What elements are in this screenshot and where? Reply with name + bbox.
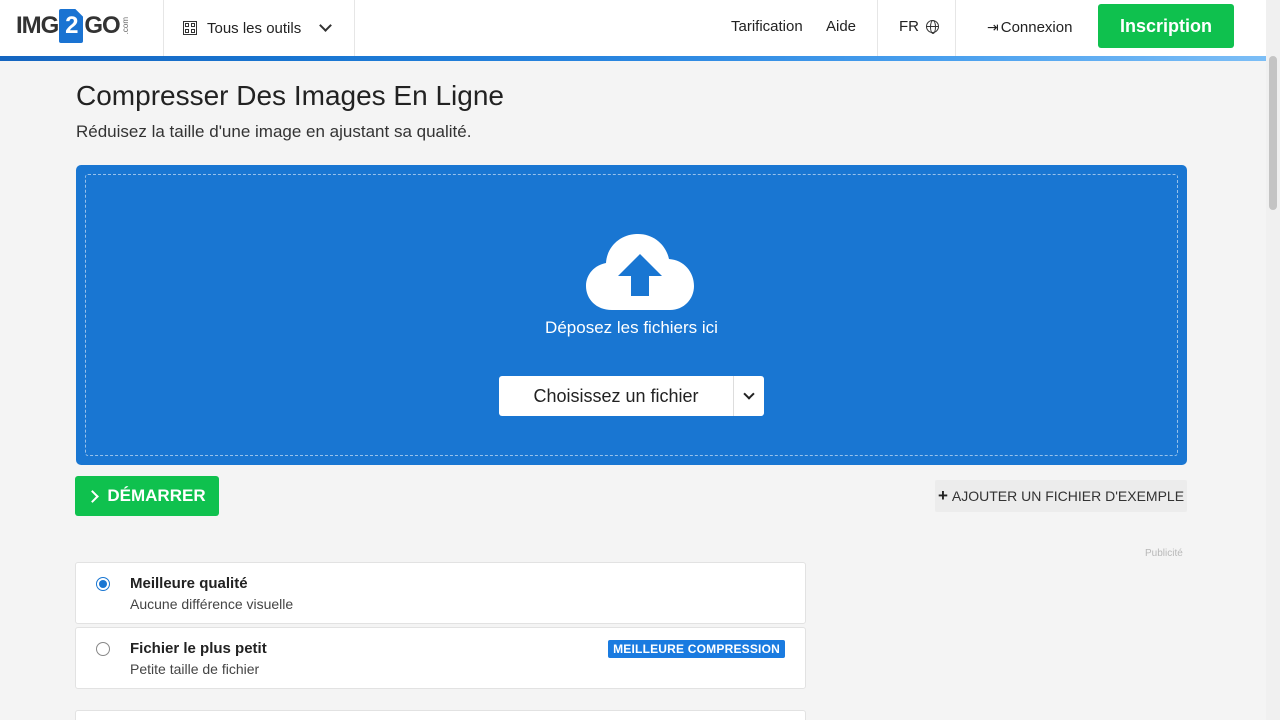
cloud-upload-icon	[586, 234, 694, 310]
choose-file-button-group: Choisissez un fichier	[499, 376, 764, 416]
language-label: FR	[899, 18, 919, 35]
add-sample-label: AJOUTER UN FICHIER D'EXEMPLE	[951, 488, 1185, 504]
top-header: IMG 2 GO .com Tous les outils Tarificati…	[0, 0, 1266, 56]
choose-file-button[interactable]: Choisissez un fichier	[499, 376, 733, 416]
choose-source-dropdown[interactable]	[733, 376, 764, 416]
start-button[interactable]: DÉMARRER	[75, 476, 219, 516]
login-label: Connexion	[1000, 19, 1073, 36]
page-subtitle: Réduisez la taille d'une image en ajusta…	[76, 122, 472, 141]
option-description: Aucune différence visuelle	[130, 596, 294, 612]
all-tools-label: Tous les outils	[207, 19, 302, 37]
file-dropzone[interactable]: Déposez les fichiers ici Choisissez un f…	[76, 165, 1187, 465]
logo-prefix: IMG	[16, 12, 59, 39]
language-selector[interactable]: FR	[899, 0, 940, 56]
pricing-link[interactable]: Tarification	[731, 0, 803, 56]
chevron-down-icon	[743, 387, 755, 400]
header-divider	[354, 0, 355, 56]
header-divider	[877, 0, 878, 56]
login-icon: ⇥	[987, 19, 999, 35]
chevron-right-icon	[86, 489, 100, 503]
img2go-logo[interactable]: IMG 2 GO .com	[16, 9, 130, 43]
login-link[interactable]: ⇥ Connexion	[987, 0, 1072, 56]
chevron-down-icon	[319, 19, 333, 32]
option-partial[interactable]	[75, 710, 806, 720]
radio-best-quality[interactable]	[96, 577, 110, 591]
page-scrollbar[interactable]	[1266, 0, 1280, 720]
all-tools-menu[interactable]: Tous les outils	[183, 0, 333, 56]
option-title: Fichier le plus petit	[130, 640, 267, 657]
dropzone-border: Déposez les fichiers ici Choisissez un f…	[85, 174, 1178, 456]
grid-icon	[183, 21, 197, 35]
signup-button[interactable]: Inscription	[1098, 4, 1234, 48]
plus-icon: +	[937, 486, 948, 505]
header-divider	[163, 0, 164, 56]
option-description: Petite taille de fichier	[130, 661, 260, 677]
globe-icon	[926, 20, 940, 34]
start-label: DÉMARRER	[107, 486, 206, 505]
radio-smallest-file[interactable]	[96, 642, 110, 656]
header-stripe	[0, 56, 1266, 61]
logo-suffix: GO	[84, 12, 120, 39]
logo-two: 2	[59, 9, 84, 43]
option-best-quality[interactable]: Meilleure qualité Aucune différence visu…	[75, 562, 806, 624]
option-smallest-file[interactable]: Fichier le plus petit Petite taille de f…	[75, 627, 806, 689]
ad-label: Publicité	[1145, 548, 1183, 559]
option-title: Meilleure qualité	[130, 575, 248, 592]
drop-files-text: Déposez les fichiers ici	[545, 318, 718, 337]
logo-tld: .com	[120, 17, 130, 35]
page-title: Compresser Des Images En Ligne	[76, 80, 504, 111]
scrollbar-thumb[interactable]	[1269, 56, 1277, 210]
add-sample-file-button[interactable]: + AJOUTER UN FICHIER D'EXEMPLE	[935, 480, 1187, 512]
best-compression-badge: MEILLEURE COMPRESSION	[608, 640, 785, 658]
help-link[interactable]: Aide	[826, 0, 856, 56]
header-divider	[955, 0, 956, 56]
